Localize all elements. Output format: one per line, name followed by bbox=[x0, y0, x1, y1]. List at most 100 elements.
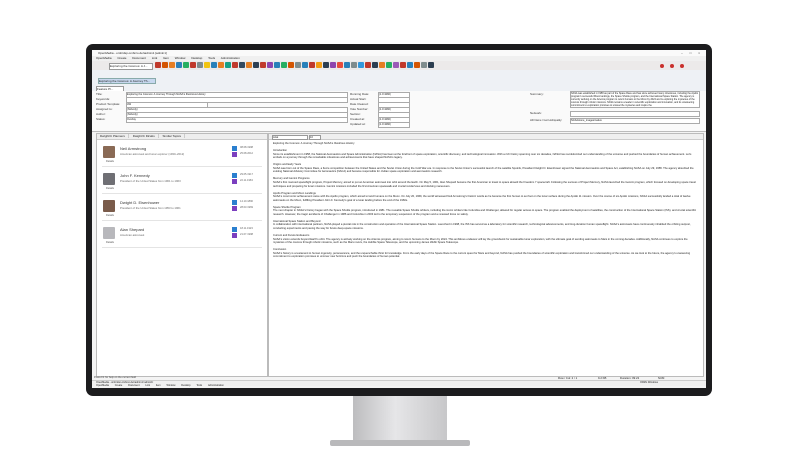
toolbar-button-icon[interactable] bbox=[344, 62, 350, 68]
font-selector[interactable]: Arial bbox=[272, 134, 308, 140]
toolbar-button-icon[interactable] bbox=[316, 62, 322, 68]
toolbar-button-icon[interactable] bbox=[176, 62, 182, 68]
toolbar-button-icon[interactable] bbox=[386, 62, 392, 68]
assigned-label: Assigned to: bbox=[96, 107, 113, 111]
toolbar-button-icon[interactable] bbox=[400, 62, 406, 68]
menu-window[interactable]: Window bbox=[175, 56, 186, 60]
puzzle-icon bbox=[232, 206, 237, 211]
toolbar-button-icon[interactable] bbox=[330, 62, 336, 68]
toolbar-button-icon[interactable] bbox=[232, 62, 238, 68]
toolbar-button-icon[interactable] bbox=[274, 62, 280, 68]
record-icon[interactable] bbox=[680, 64, 684, 68]
person-card[interactable]: John F. Kennedy President of the United … bbox=[102, 171, 262, 194]
toolbar-button-icon[interactable] bbox=[337, 62, 343, 68]
calendar-icon bbox=[232, 146, 237, 151]
toolbar-button-icon[interactable] bbox=[309, 62, 315, 68]
toolbar-button-icon[interactable] bbox=[421, 62, 427, 68]
menu-desktop[interactable]: Desktop bbox=[181, 384, 190, 387]
summary-field[interactable]: NASA was established in 1958 as part of … bbox=[570, 91, 700, 108]
status-label: Status: bbox=[96, 117, 106, 121]
toolbar-button-icon[interactable] bbox=[225, 62, 231, 68]
toolbar-button-icon[interactable] bbox=[239, 62, 245, 68]
menu-item[interactable]: Item bbox=[156, 384, 161, 387]
menu-administration[interactable]: Administration bbox=[221, 56, 240, 60]
toolbar-button-icon[interactable] bbox=[365, 62, 371, 68]
toolbar-button-icon[interactable] bbox=[302, 62, 308, 68]
updated-field[interactable]: (1.0:4282) bbox=[378, 122, 410, 128]
toolbar-button-icon[interactable] bbox=[323, 62, 329, 68]
menu-desktop[interactable]: Desktop bbox=[191, 56, 202, 60]
toolbar-button-icon[interactable] bbox=[358, 62, 364, 68]
puzzle-icon bbox=[232, 152, 237, 157]
tab-document[interactable]: Exploring the Cosmos: A Journey Th... bbox=[98, 78, 156, 84]
person-card[interactable]: Dwight D. Eisenhower President of the Un… bbox=[102, 198, 262, 221]
menu-tools[interactable]: Tools bbox=[208, 56, 215, 60]
toolbar-button-icon[interactable] bbox=[288, 62, 294, 68]
details-link[interactable]: Details bbox=[106, 241, 114, 244]
menu-create[interactable]: Create bbox=[115, 384, 123, 387]
toolbar-button-icon[interactable] bbox=[169, 62, 175, 68]
font-size-selector[interactable]: 10 bbox=[309, 134, 321, 140]
menu-item[interactable]: Item bbox=[163, 56, 169, 60]
details-link[interactable]: Details bbox=[106, 214, 114, 217]
person-card[interactable]: Alan Shepard American astronaut 18.11.19… bbox=[102, 225, 262, 248]
document-body[interactable]: Exploring the Cosmos: A Journey Through … bbox=[273, 142, 699, 262]
puzzle-icon bbox=[232, 233, 237, 238]
toolbar-button-icon[interactable] bbox=[162, 62, 168, 68]
monitor-base bbox=[330, 440, 470, 446]
toolbar-button-icon[interactable] bbox=[211, 62, 217, 68]
toolbar-button-icon[interactable] bbox=[428, 62, 434, 68]
tab-planners[interactable]: Dwight/C Planners bbox=[97, 134, 129, 138]
record-icon[interactable] bbox=[660, 64, 664, 68]
toolbar-button-icon[interactable] bbox=[351, 62, 357, 68]
menu-document[interactable]: Document bbox=[128, 384, 139, 387]
person-birth-date: 08.08.1998 bbox=[240, 146, 253, 149]
menu-create[interactable]: Create bbox=[117, 56, 126, 60]
menu-link[interactable]: Link bbox=[152, 56, 158, 60]
toolbar-button-icon[interactable] bbox=[197, 62, 203, 68]
hd-name-field[interactable]: NASAstone_images/native bbox=[570, 118, 700, 124]
format-toolbar: Arial 10 bbox=[269, 134, 703, 140]
toolbar-button-icon[interactable] bbox=[253, 62, 259, 68]
toolbar-button-icon[interactable] bbox=[267, 62, 273, 68]
menu-link[interactable]: Link bbox=[145, 384, 150, 387]
toolbar-button-icon[interactable] bbox=[190, 62, 196, 68]
menu-window[interactable]: Window bbox=[167, 384, 176, 387]
status-field[interactable]: Overlay bbox=[126, 117, 348, 123]
address-field[interactable]: Exploring the Cosmos: A J... bbox=[109, 63, 153, 70]
menu-tools[interactable]: Tools bbox=[196, 384, 202, 387]
person-card[interactable]: Neil Armstrong American astronaut and lu… bbox=[102, 144, 262, 167]
menu-openmedia[interactable]: OpenMedia bbox=[96, 56, 112, 60]
toolbar-button-icon[interactable] bbox=[379, 62, 385, 68]
toolbar-button-icon[interactable] bbox=[295, 62, 301, 68]
toolbar-button-icon[interactable] bbox=[414, 62, 420, 68]
network-field[interactable] bbox=[570, 111, 700, 117]
toolbar-button-icon[interactable] bbox=[183, 62, 189, 68]
puzzle-icon bbox=[232, 179, 237, 184]
toolbar-button-icon[interactable] bbox=[246, 62, 252, 68]
toolbar-button-icon[interactable] bbox=[372, 62, 378, 68]
summary-label: Summary: bbox=[530, 92, 544, 96]
toolbar-button-icon[interactable] bbox=[204, 62, 210, 68]
person-birth-date: 14.10.1890 bbox=[240, 200, 253, 203]
menu-openmedia[interactable]: OpenMedia bbox=[96, 384, 109, 387]
tab-similar-topics[interactable]: Similar Topics bbox=[159, 134, 185, 138]
tab-dirskis[interactable]: Dwight/C Dirskis bbox=[129, 134, 159, 138]
toolbar-button-icon[interactable] bbox=[218, 62, 224, 68]
window-controls[interactable]: – □ × bbox=[681, 51, 703, 55]
toolbar-button-icon[interactable] bbox=[281, 62, 287, 68]
record-icon[interactable] bbox=[670, 64, 674, 68]
details-link[interactable]: Details bbox=[106, 160, 114, 163]
toolbar-button-icon[interactable] bbox=[393, 62, 399, 68]
created-label: Created at: bbox=[350, 117, 365, 121]
text-editor[interactable]: Arial 10 Exploring the Cosmos: A Journey… bbox=[268, 133, 704, 377]
toolbar-button-icon[interactable] bbox=[407, 62, 413, 68]
menu-administration[interactable]: Administration bbox=[208, 384, 224, 387]
details-link[interactable]: Details bbox=[106, 187, 114, 190]
toolbar-button-icon[interactable] bbox=[155, 62, 161, 68]
toolbar-button-icon[interactable] bbox=[260, 62, 266, 68]
menu-document[interactable]: Document bbox=[132, 56, 146, 60]
document-title: Exploring the Cosmos: A Journey Through … bbox=[273, 142, 355, 145]
date-cleared-label: Date Cleared: bbox=[350, 102, 369, 106]
section-label: Section: bbox=[350, 112, 361, 116]
